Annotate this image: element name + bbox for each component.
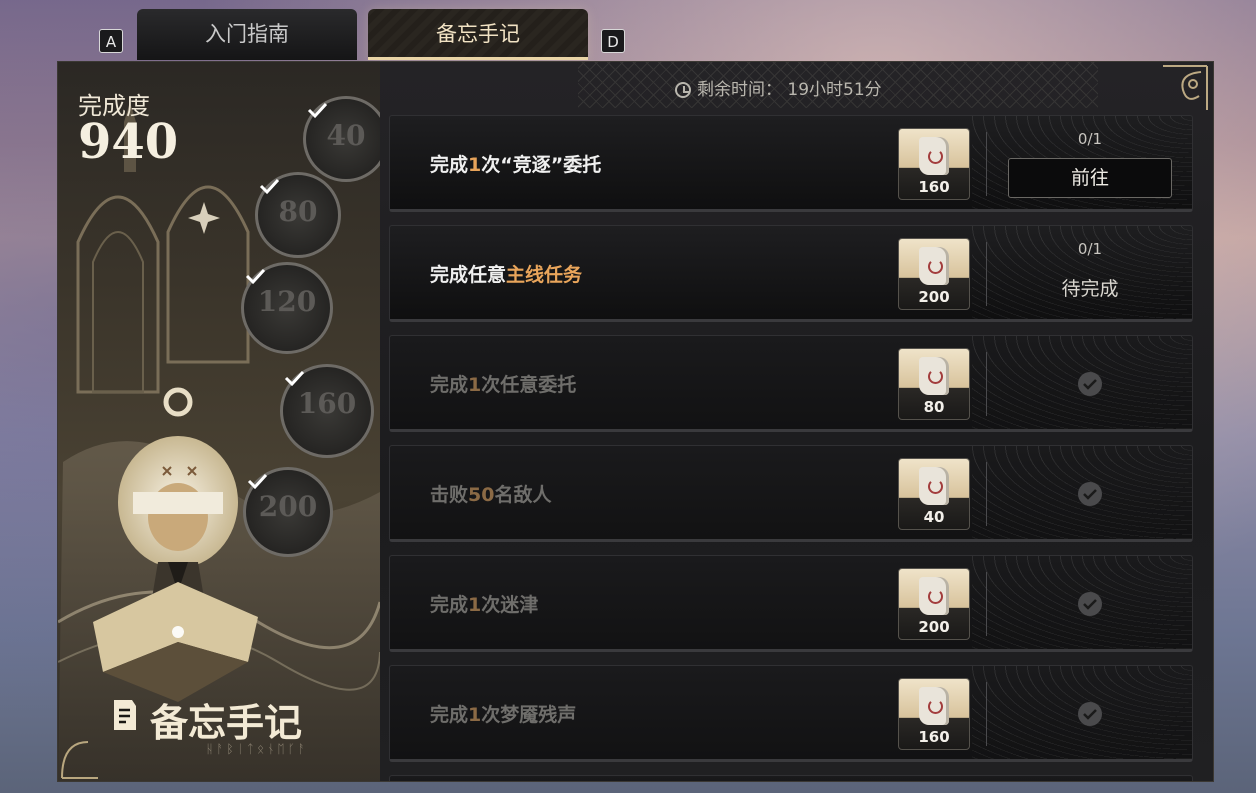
check-icon <box>284 370 305 387</box>
pending-status: 待完成 <box>1061 278 1119 300</box>
remaining-time: 剩余时间： 19小时51分 <box>675 75 882 100</box>
milestone-160[interactable]: 160 <box>280 364 374 458</box>
task-progress: 0/1 <box>1077 130 1103 148</box>
brand-title: 备忘手记 <box>150 700 303 745</box>
reward-item[interactable]: 200 <box>898 568 970 640</box>
scroll-icon <box>919 577 949 615</box>
reward-amount: 80 <box>923 398 945 416</box>
tab-memo[interactable]: 备忘手记 <box>368 9 588 60</box>
scroll-icon <box>919 467 949 505</box>
memo-panel: 完成度 940 40 80 120 160 200 备忘手记 ᚺᚨᛒᛁᛏᛟᚾᛖᚴ… <box>57 61 1214 782</box>
reward-amount: 160 <box>918 728 950 746</box>
milestone-value: 80 <box>278 195 318 228</box>
reward-amount: 200 <box>918 618 950 636</box>
completion-score: 940 <box>78 114 179 170</box>
task-title: 完成1次迷津 <box>430 594 539 616</box>
task-title: 完成1次任意委托 <box>430 374 577 396</box>
milestone-value: 160 <box>297 387 357 420</box>
reward-amount: 160 <box>918 178 950 196</box>
progress-sidebar: 完成度 940 40 80 120 160 200 备忘手记 ᚺᚨᛒᛁᛏᛟᚾᛖᚴ… <box>58 62 380 781</box>
go-button[interactable]: 前往 <box>1008 158 1172 198</box>
task-row <box>389 775 1193 781</box>
task-progress: 0/1 <box>1077 240 1103 258</box>
check-icon <box>307 102 328 119</box>
scroll-icon <box>919 247 949 285</box>
task-row: 完成1次“竞逐”委托 160 0/1 前往 <box>389 115 1193 212</box>
reward-item[interactable]: 160 <box>898 678 970 750</box>
scroll-icon <box>919 357 949 395</box>
task-row: 完成任意主线任务 200 0/1 待完成 <box>389 225 1193 322</box>
task-title: 完成任意主线任务 <box>430 264 583 286</box>
timer-label: 剩余时间： <box>697 80 782 100</box>
completed-check-icon <box>1078 372 1102 396</box>
prev-tab-key[interactable]: A <box>99 29 123 53</box>
reward-item[interactable]: 160 <box>898 128 970 200</box>
check-icon <box>259 178 280 195</box>
milestone-value: 40 <box>326 119 366 152</box>
task-row: 完成1次迷津 200 <box>389 555 1193 652</box>
milestone-value: 200 <box>258 490 318 523</box>
task-title: 完成1次梦魇残声 <box>430 704 577 726</box>
milestone-200[interactable]: 200 <box>243 467 333 557</box>
check-icon <box>245 268 266 285</box>
scroll-icon <box>919 687 949 725</box>
task-title: 完成1次“竞逐”委托 <box>430 154 602 176</box>
memo-icon <box>114 700 136 730</box>
reward-item[interactable]: 40 <box>898 458 970 530</box>
reward-item[interactable]: 200 <box>898 238 970 310</box>
tab-guide[interactable]: 入门指南 <box>137 9 357 60</box>
timer-value: 19小时51分 <box>787 80 882 100</box>
scroll-icon <box>919 137 949 175</box>
brand-subtitle: ᚺᚨᛒᛁᛏᛟᚾᛖᚴᚨ <box>206 742 309 756</box>
task-row: 击败50名敌人 40 <box>389 445 1193 542</box>
next-tab-key[interactable]: D <box>601 29 625 53</box>
task-row: 完成1次梦魇残声 160 <box>389 665 1193 762</box>
clock-icon <box>675 82 691 98</box>
check-icon <box>247 473 268 490</box>
completed-check-icon <box>1078 592 1102 616</box>
task-title: 击败50名敌人 <box>430 484 552 506</box>
milestone-40[interactable]: 40 <box>303 96 380 182</box>
milestone-120[interactable]: 120 <box>241 262 333 354</box>
completed-check-icon <box>1078 702 1102 726</box>
reward-amount: 40 <box>923 508 945 526</box>
corner-ornament-icon <box>1163 65 1208 110</box>
milestone-value: 120 <box>257 285 317 318</box>
reward-amount: 200 <box>918 288 950 306</box>
reward-item[interactable]: 80 <box>898 348 970 420</box>
task-row: 完成1次任意委托 80 <box>389 335 1193 432</box>
completed-check-icon <box>1078 482 1102 506</box>
milestone-80[interactable]: 80 <box>255 172 341 258</box>
